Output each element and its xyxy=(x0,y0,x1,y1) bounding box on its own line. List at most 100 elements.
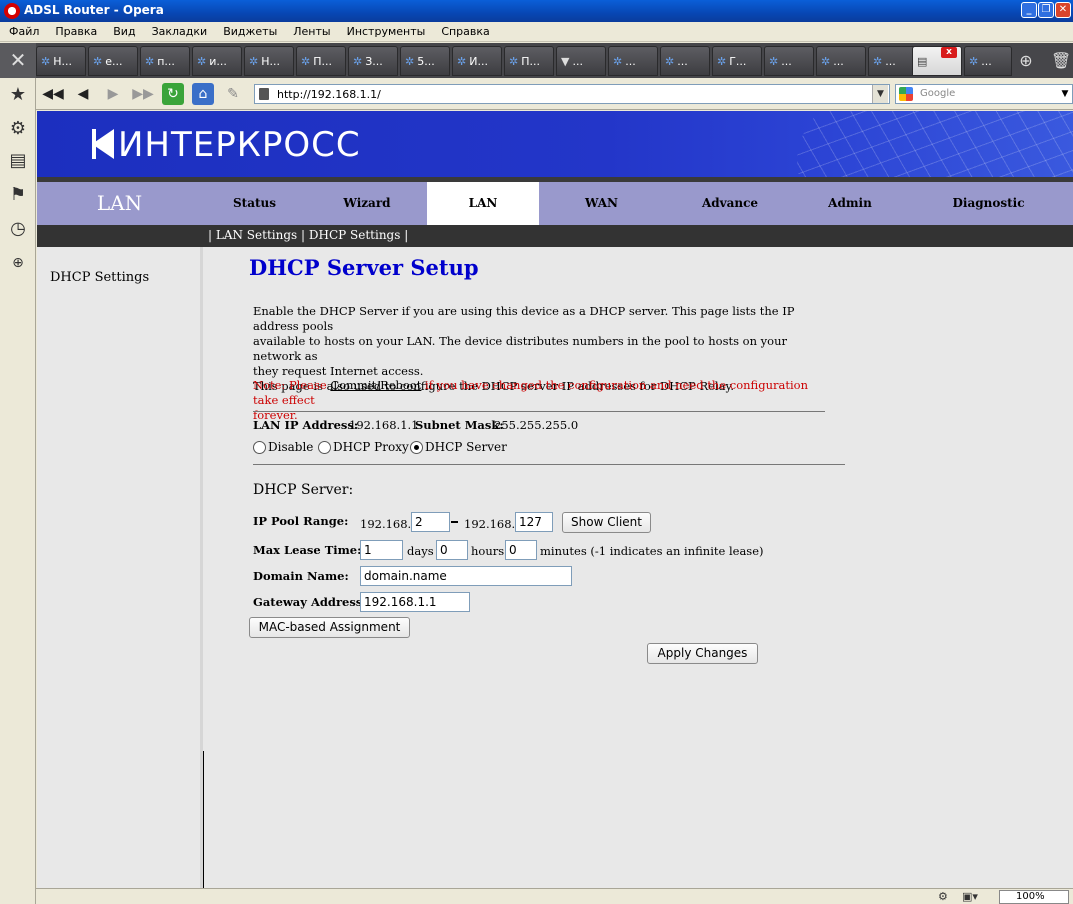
menu-help[interactable]: Справка xyxy=(432,22,496,38)
browser-tab[interactable]: ✲... xyxy=(868,46,918,76)
tab-favicon-icon: ✲ xyxy=(613,55,623,68)
radio-dhcp-proxy[interactable] xyxy=(318,441,331,454)
browser-tab-active[interactable]: ▤ x xyxy=(912,46,962,76)
tab-favicon-icon: ✲ xyxy=(41,55,51,68)
history-clock-icon[interactable]: ◷ xyxy=(5,216,31,242)
menu-file[interactable]: Файл xyxy=(0,22,46,38)
show-client-button[interactable]: Show Client xyxy=(562,512,651,533)
menu-bookmarks[interactable]: Закладки xyxy=(143,22,215,38)
days-label: days xyxy=(407,544,434,558)
browser-tab[interactable]: ✲ и... xyxy=(192,46,242,76)
sidebar-item-dhcp-settings[interactable]: DHCP Settings xyxy=(50,270,149,285)
menu-feeds[interactable]: Ленты xyxy=(284,22,337,38)
network-icon[interactable]: ⚙ xyxy=(938,890,948,903)
nav-item-wizard[interactable]: Wizard xyxy=(307,182,427,225)
tab-favicon-icon: ✲ xyxy=(353,55,363,68)
lan-ip-label: LAN IP Address: xyxy=(253,418,359,432)
menu-widgets[interactable]: Виджеты xyxy=(214,22,284,38)
trash-icon[interactable]: 🗑 xyxy=(1051,51,1071,71)
menu-edit[interactable]: Правка xyxy=(46,22,104,38)
forward-icon[interactable]: ▶ xyxy=(102,83,124,105)
nav-item-status[interactable]: Status xyxy=(202,182,307,225)
search-dropdown-icon[interactable]: ▼ xyxy=(1058,85,1072,103)
domain-name-input[interactable]: domain.name xyxy=(360,566,572,586)
ip-pool-start-input[interactable]: 2 xyxy=(411,512,450,532)
lease-days-input[interactable]: 1 xyxy=(360,540,403,560)
window-title: ADSL Router - Opera xyxy=(24,3,164,17)
tab-favicon-icon: ▼ xyxy=(561,55,570,68)
lease-hours-input[interactable]: 0 xyxy=(436,540,468,560)
browser-tab[interactable]: ✲ З... xyxy=(348,46,398,76)
nav-item-lan[interactable]: LAN xyxy=(427,182,539,225)
commit-reboot-link[interactable]: Commit/Reboot xyxy=(330,378,421,392)
new-tab-icon[interactable]: ⊕ xyxy=(1016,51,1036,71)
mac-based-assignment-button[interactable]: MAC-based Assignment xyxy=(249,617,410,638)
minimize-icon[interactable]: _ xyxy=(1021,2,1037,18)
page-icon xyxy=(259,88,269,100)
dhcp-server-section-title: DHCP Server: xyxy=(253,482,354,498)
nav-item-wan[interactable]: WAN xyxy=(539,182,664,225)
browser-tab[interactable]: ▼... xyxy=(556,46,606,76)
menu-bar: Файл Правка Вид Закладки Виджеты Ленты Инструм… xyxy=(0,22,1073,42)
browser-tab[interactable]: ✲... xyxy=(764,46,814,76)
tab-favicon-icon: ✲ xyxy=(821,55,831,68)
windows-icon[interactable]: ▤ xyxy=(5,148,31,174)
address-url: http://192.168.1.1/ xyxy=(277,88,381,101)
edit-pen-icon[interactable]: ✎ xyxy=(222,83,244,105)
gear-icon[interactable]: ⚙ xyxy=(5,116,31,142)
back-icon[interactable]: ◀ xyxy=(72,83,94,105)
browser-tab[interactable]: ✲... xyxy=(964,46,1012,76)
radio-disable[interactable] xyxy=(253,441,266,454)
address-dropdown-icon[interactable]: ▼ xyxy=(872,85,888,103)
address-bar[interactable]: http://192.168.1.1/ xyxy=(254,84,890,104)
menu-view[interactable]: Вид xyxy=(104,22,142,38)
reload-icon[interactable]: ↻ xyxy=(162,83,184,105)
sidebar-divider xyxy=(203,751,204,888)
zoom-control[interactable]: 100% xyxy=(999,890,1069,904)
page-icon: ▤ xyxy=(917,55,928,68)
ip-pool-end-input[interactable]: 127 xyxy=(515,512,553,532)
browser-tab[interactable]: ✲ И... xyxy=(452,46,502,76)
browser-tab[interactable]: ✲ П... xyxy=(504,46,554,76)
nav-item-diagnostic[interactable]: Diagnostic xyxy=(904,182,1073,225)
browser-tab[interactable]: ✲... xyxy=(608,46,658,76)
add-panel-icon[interactable]: ⊕ xyxy=(5,250,31,276)
browser-tab[interactable]: ✲ Г... xyxy=(712,46,762,76)
search-input[interactable]: Google ▼ xyxy=(895,84,1073,104)
transfers-icon[interactable]: ⚑ xyxy=(5,182,31,208)
tab-favicon-icon: ✲ xyxy=(249,55,259,68)
tools-icon[interactable]: ✕ xyxy=(0,43,36,78)
browser-tab[interactable]: ✲ Н... xyxy=(36,46,86,76)
menu-tools[interactable]: Инструменты xyxy=(338,22,433,38)
browser-tab[interactable]: ✲ е... xyxy=(88,46,138,76)
lease-minutes-input[interactable]: 0 xyxy=(505,540,537,560)
bookmarks-star-icon[interactable]: ★ xyxy=(5,82,31,108)
browser-tab[interactable]: ✲ П... xyxy=(296,46,346,76)
radio-dhcp-server[interactable] xyxy=(410,441,423,454)
browser-tab[interactable]: ✲ 5... xyxy=(400,46,450,76)
rewind-icon[interactable]: ◀◀ xyxy=(42,83,64,105)
fast-forward-icon[interactable]: ▶▶ xyxy=(132,83,154,105)
tab-favicon-icon: ✲ xyxy=(93,55,103,68)
close-window-icon[interactable]: ✕ xyxy=(1055,2,1071,18)
sub-nav-links[interactable]: | LAN Settings | DHCP Settings | xyxy=(208,228,408,242)
nav-item-admin[interactable]: Admin xyxy=(796,182,904,225)
tab-favicon-icon: ✲ xyxy=(717,55,727,68)
gateway-address-input[interactable]: 192.168.1.1 xyxy=(360,592,470,612)
commit-note: Note: Please Commit/Reboot if you have c… xyxy=(253,378,808,422)
browser-tab[interactable]: ✲ Н... xyxy=(244,46,294,76)
browser-tab[interactable]: ✲ п... xyxy=(140,46,190,76)
page-title: DHCP Server Setup xyxy=(249,255,479,280)
home-icon[interactable]: ⌂ xyxy=(192,83,214,105)
sub-nav: | LAN Settings | DHCP Settings | xyxy=(37,225,1073,247)
apply-changes-button[interactable]: Apply Changes xyxy=(647,643,758,664)
camera-icon[interactable]: ▣▾ xyxy=(962,890,978,903)
browser-tab[interactable]: ✲... xyxy=(816,46,866,76)
window-title-bar: ADSL Router - Opera _ ❐ ✕ xyxy=(0,0,1073,22)
range-dash xyxy=(451,521,458,523)
tab-favicon-icon: ✲ xyxy=(405,55,415,68)
restore-icon[interactable]: ❐ xyxy=(1038,2,1054,18)
nav-item-advance[interactable]: Advance xyxy=(664,182,796,225)
browser-tab[interactable]: ✲... xyxy=(660,46,710,76)
close-tab-icon[interactable]: x xyxy=(941,47,957,58)
